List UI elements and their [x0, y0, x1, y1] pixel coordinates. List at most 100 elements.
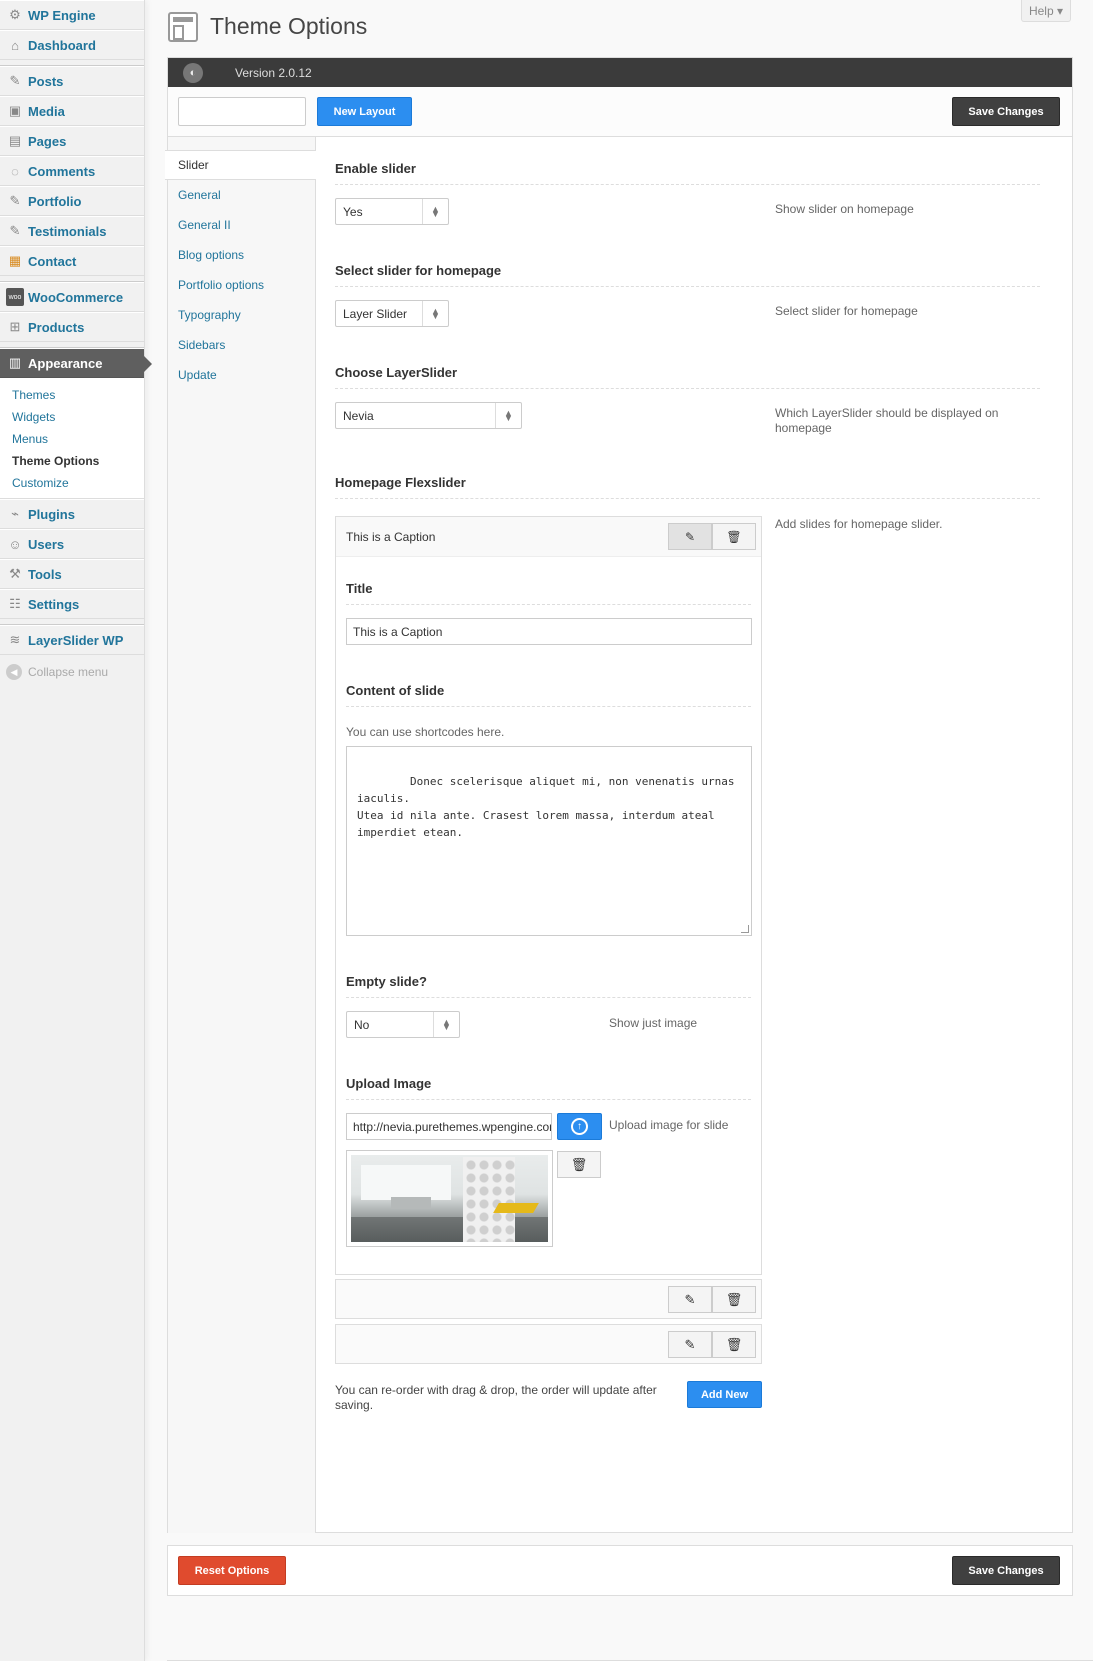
sidebar-item-posts[interactable]: ✎ Posts	[0, 66, 144, 96]
title-heading: Title	[346, 581, 373, 596]
remove-image-button[interactable]: 🗑	[557, 1151, 601, 1178]
sidebar-item-layerslider[interactable]: ≋ LayerSlider WP	[0, 625, 144, 655]
trash-icon: 🗑	[725, 1336, 743, 1352]
resize-grip-icon[interactable]	[741, 925, 749, 933]
delete-slide-button[interactable]: 🗑	[712, 523, 756, 550]
slide-content-textarea[interactable]: Donec scelerisque aliquet mi, non venena…	[346, 746, 752, 936]
upload-image-desc: Upload image for slide	[609, 1118, 729, 1132]
sidebar-item-appearance[interactable]: ▥ Appearance	[0, 348, 152, 378]
office-interior-image	[351, 1155, 548, 1242]
flexslider-desc: Add slides for homepage slider.	[775, 517, 943, 531]
select-arrows-icon: ▲ ▼	[422, 199, 448, 224]
enable-slider-select[interactable]: Yes ▲ ▼	[335, 198, 449, 225]
enable-slider-value: Yes	[343, 204, 363, 219]
tab-sidebars[interactable]: Sidebars	[168, 330, 315, 360]
submenu-item-theme-options[interactable]: Theme Options	[12, 450, 144, 472]
slide-item-collapsed[interactable]: ✎ 🗑	[335, 1324, 762, 1364]
sidebar-item-tools[interactable]: ⚒ Tools	[0, 559, 144, 589]
submenu-item-widgets[interactable]: Widgets	[12, 406, 144, 428]
submenu-item-menus[interactable]: Menus	[12, 428, 144, 450]
version-label: Version 2.0.12	[235, 65, 312, 80]
sidebar-item-users[interactable]: ☺ Users	[0, 529, 144, 559]
upload-arrow-icon: ↑	[571, 1118, 588, 1135]
tab-general[interactable]: General	[168, 180, 315, 210]
floor-shape	[351, 1217, 548, 1242]
tab-portfolio-options[interactable]: Portfolio options	[168, 270, 315, 300]
empty-slide-select[interactable]: No ▲ ▼	[346, 1011, 460, 1038]
divider	[335, 388, 1040, 389]
tab-blog-options[interactable]: Blog options	[168, 240, 315, 270]
choose-layerslider-heading: Choose LayerSlider	[335, 365, 458, 380]
sidebar-item-media[interactable]: ▣ Media	[0, 96, 144, 126]
appearance-icon: ▥	[8, 355, 22, 370]
divider	[346, 604, 751, 605]
slide-title-input[interactable]: This is a Caption	[346, 618, 752, 645]
delete-slide-button[interactable]: 🗑	[712, 1286, 756, 1313]
users-icon: ☺	[8, 536, 22, 552]
new-layout-button[interactable]: New Layout	[317, 97, 412, 126]
slide-image-preview	[346, 1150, 553, 1247]
gear-icon: ⚙	[9, 7, 21, 22]
select-slider-select[interactable]: Layer Slider ▲ ▼	[335, 300, 449, 327]
upload-image-button[interactable]: ↑	[557, 1113, 602, 1140]
trash-icon: 🗑	[726, 529, 742, 544]
delete-slide-button[interactable]: 🗑	[712, 1331, 756, 1358]
admin-sidebar: ⚙ WP Engine ⌂ Dashboard ✎ Posts ▣ Media ▤ Pag…	[0, 0, 152, 1661]
image-url-input[interactable]: http://nevia.purethemes.wpengine.com	[346, 1113, 552, 1140]
edit-slide-button[interactable]: ✎	[668, 1331, 712, 1358]
sidebar-item-wp-engine[interactable]: ⚙ WP Engine	[0, 0, 144, 30]
tab-general-ii[interactable]: General II	[168, 210, 315, 240]
tab-slider[interactable]: Slider	[165, 150, 316, 180]
select-slider-desc: Select slider for homepage	[775, 304, 918, 318]
slide-item-expanded[interactable]: This is a Caption ✎ 🗑 Title This is a Ca…	[335, 516, 762, 1275]
save-changes-button[interactable]: Save Changes	[952, 97, 1060, 126]
sidebar-item-woocommerce[interactable]: woo WooCommerce	[0, 282, 144, 312]
sidebar-item-dashboard[interactable]: ⌂ Dashboard	[0, 30, 144, 60]
reset-options-button[interactable]: Reset Options	[178, 1556, 286, 1585]
enable-slider-heading: Enable slider	[335, 161, 416, 176]
choose-layerslider-value: Nevia	[343, 408, 374, 423]
collapse-menu[interactable]: ◀ Collapse menu	[0, 655, 144, 689]
sidebar-item-pages[interactable]: ▤ Pages	[0, 126, 144, 156]
plug-icon: ⌁	[11, 506, 19, 521]
woo-icon: woo	[6, 288, 24, 306]
pencil-icon: ✎	[684, 529, 696, 544]
sidebar-item-products[interactable]: ⊞ Products	[0, 312, 144, 342]
pin-icon: ✎	[9, 193, 21, 208]
sidebar-item-comments[interactable]: ◌ Comments	[0, 156, 144, 186]
divider	[335, 184, 1040, 185]
sidebar-item-plugins[interactable]: ⌁ Plugins	[0, 499, 144, 529]
layout-name-input[interactable]	[178, 97, 306, 126]
pages-icon: ▤	[8, 133, 22, 148]
select-arrows-icon: ▲ ▼	[495, 403, 521, 428]
home-icon: ⌂	[11, 37, 19, 53]
empty-slide-desc: Show just image	[609, 1016, 698, 1030]
select-arrows-icon: ▲ ▼	[422, 301, 448, 326]
tab-typography[interactable]: Typography	[168, 300, 315, 330]
sidebar-item-portfolio[interactable]: ✎ Portfolio	[0, 186, 144, 216]
sidebar-item-testimonials[interactable]: ✎ Testimonials	[0, 216, 144, 246]
save-changes-button-bottom[interactable]: Save Changes	[952, 1556, 1060, 1585]
slide-content-text: Donec scelerisque aliquet mi, non venena…	[357, 775, 735, 839]
edit-slide-button[interactable]: ✎	[668, 523, 712, 550]
help-button[interactable]: Help ▾	[1021, 0, 1071, 22]
submenu-item-themes[interactable]: Themes	[12, 384, 144, 406]
add-new-slide-button[interactable]: Add New	[687, 1381, 762, 1408]
tab-update[interactable]: Update	[168, 360, 315, 390]
edit-slide-button[interactable]: ✎	[668, 1286, 712, 1313]
options-panel: ◐ Version 2.0.12 New Layout Save Changes…	[165, 57, 1073, 1533]
sidebar-item-settings[interactable]: ☷ Settings	[0, 589, 144, 619]
sidebar-item-contact[interactable]: ▦ Contact	[0, 246, 144, 276]
slide-item-collapsed[interactable]: ✎ 🗑	[335, 1279, 762, 1319]
pencil-icon: ✎	[684, 1336, 696, 1352]
layers-icon: ≋	[9, 632, 21, 647]
divider	[346, 706, 751, 707]
slide-header[interactable]: This is a Caption ✎ 🗑	[336, 517, 761, 557]
select-arrows-icon: ▲ ▼	[433, 1012, 459, 1037]
select-slider-heading: Select slider for homepage	[335, 263, 502, 278]
flexslider-heading: Homepage Flexslider	[335, 475, 466, 490]
tools-icon: ⚒	[9, 566, 21, 581]
select-slider-value: Layer Slider	[343, 306, 408, 321]
submenu-item-customize[interactable]: Customize	[12, 472, 144, 494]
choose-layerslider-select[interactable]: Nevia ▲ ▼	[335, 402, 522, 429]
